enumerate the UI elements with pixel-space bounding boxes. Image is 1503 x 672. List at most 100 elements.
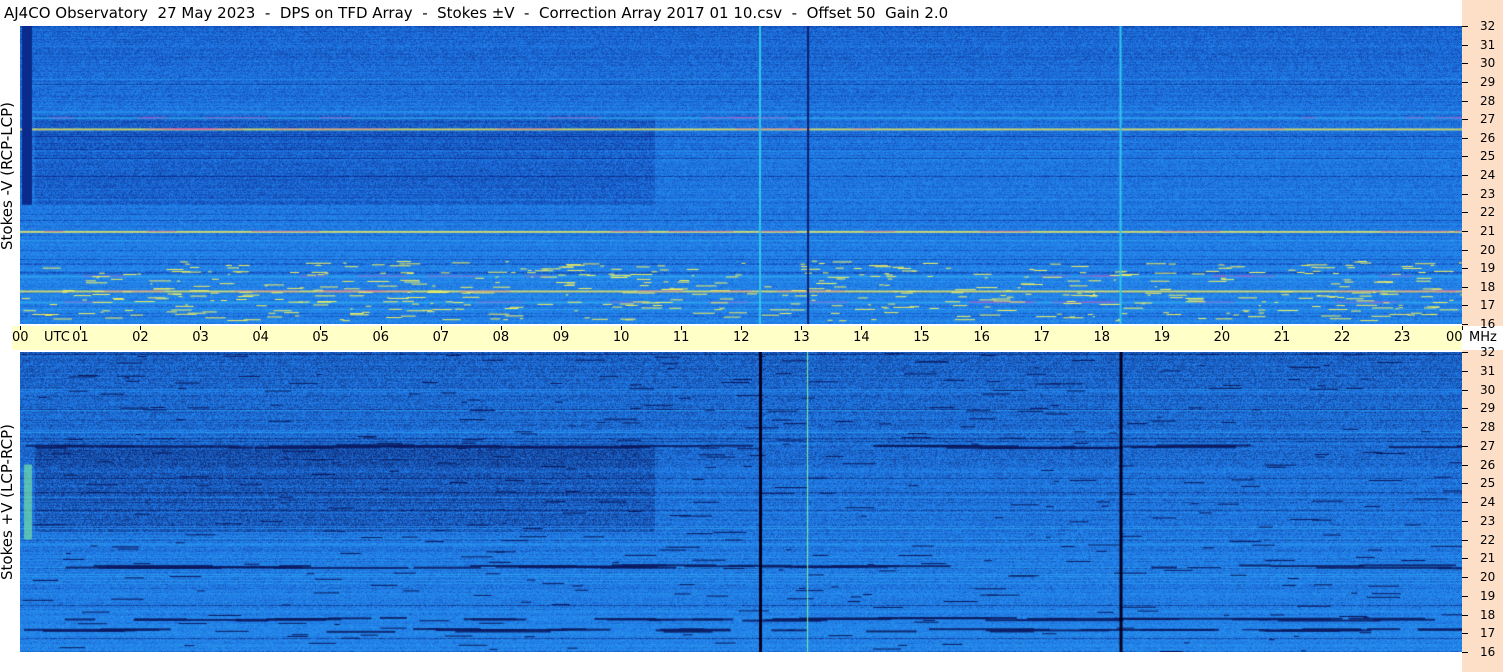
freq-tick-mark xyxy=(1462,427,1468,428)
freq-tick-label: 20 xyxy=(1480,242,1496,257)
freq-tick-mark xyxy=(1462,445,1468,447)
freq-tick-mark xyxy=(1462,100,1468,102)
freq-tick-mark xyxy=(1462,137,1468,139)
freq-tick-mark xyxy=(1462,389,1468,391)
freq-tick-label: 26 xyxy=(1480,457,1496,472)
spectrogram-top-panel xyxy=(20,26,1462,324)
freq-tick-mark xyxy=(1462,502,1468,503)
frequency-axis-bottom: 32 31 30 29 28 27 26 25 24 23 22 21 20 19 18 17 16 xyxy=(1462,345,1503,672)
spectrogram-bottom-panel xyxy=(20,352,1462,652)
freq-tick-label: 27 xyxy=(1480,438,1496,453)
freq-tick-mark xyxy=(1462,44,1468,46)
time-tick-label: 11 xyxy=(672,330,690,345)
freq-tick-label: 18 xyxy=(1480,279,1496,294)
freq-tick-label: 32 xyxy=(1480,19,1496,33)
freq-tick-mark xyxy=(1462,305,1468,307)
time-tick-label: 01 xyxy=(72,330,89,345)
freq-tick-label: 31 xyxy=(1480,363,1496,378)
freq-tick-mark xyxy=(1462,352,1468,353)
freq-tick-mark xyxy=(1462,614,1468,616)
freq-tick-mark xyxy=(1462,577,1468,578)
time-tick-label: 00 xyxy=(1446,330,1463,345)
freq-tick-label: 30 xyxy=(1480,382,1496,397)
freq-tick-label: 31 xyxy=(1480,37,1496,52)
spectrogram-bottom-heatmap xyxy=(20,352,1462,652)
freq-tick-mark xyxy=(1462,193,1468,195)
freq-tick-label: 28 xyxy=(1480,420,1496,434)
time-tick-label: 16 xyxy=(973,330,990,345)
freq-tick-label: 27 xyxy=(1480,112,1496,127)
time-tick-label: 20 xyxy=(1213,330,1231,345)
freq-tick-label: 29 xyxy=(1480,74,1496,89)
freq-tick-mark xyxy=(1462,483,1468,485)
freq-tick-mark xyxy=(1462,249,1468,251)
time-tick-label: 00 xyxy=(12,330,29,345)
time-tick-label: 15 xyxy=(913,330,930,345)
freq-tick-label: 22 xyxy=(1480,532,1496,547)
freq-tick-label: 18 xyxy=(1480,607,1496,622)
time-tick-label: 04 xyxy=(252,330,269,345)
chart-title: AJ4CO Observatory 27 May 2023 - DPS on T… xyxy=(4,4,949,22)
y-axis-label-top: Stokes -V (RCP-LCP) xyxy=(0,102,16,250)
freq-tick-mark xyxy=(1462,63,1468,65)
freq-tick-label: 17 xyxy=(1480,298,1496,313)
freq-tick-label: 24 xyxy=(1480,168,1496,182)
freq-tick-label: 25 xyxy=(1480,476,1496,491)
freq-tick-label: 16 xyxy=(1480,645,1496,659)
time-tick-label: 05 xyxy=(312,330,329,345)
freq-tick-mark xyxy=(1462,408,1468,410)
freq-tick-mark xyxy=(1462,26,1468,27)
frequency-axis-top: 32 31 30 29 28 27 26 25 24 23 22 21 20 19 18 17 16 xyxy=(1462,0,1503,331)
freq-tick-label: 21 xyxy=(1480,551,1496,566)
freq-tick-label: 17 xyxy=(1480,626,1496,641)
time-tick-label: 17 xyxy=(1033,330,1050,345)
time-tick-label: 03 xyxy=(192,330,209,345)
time-tick-label: 08 xyxy=(492,330,510,345)
freq-tick-label: 25 xyxy=(1480,149,1496,164)
spectrogram-top-heatmap xyxy=(20,26,1462,324)
freq-tick-mark xyxy=(1462,520,1468,522)
time-tick-label: 12 xyxy=(733,330,750,345)
freq-tick-label: 19 xyxy=(1480,588,1496,603)
utc-label: UTC xyxy=(44,330,70,345)
time-tick-label: 22 xyxy=(1333,330,1351,345)
freq-tick-label: 24 xyxy=(1480,495,1496,509)
time-tick-label: 18 xyxy=(1093,330,1111,345)
time-tick-label: 19 xyxy=(1153,330,1171,345)
time-tick-label: 09 xyxy=(552,330,570,345)
freq-tick-label: 22 xyxy=(1480,205,1496,220)
mhz-unit-label: MHz xyxy=(1469,330,1497,345)
time-tick-label: 21 xyxy=(1273,330,1291,345)
freq-tick-mark xyxy=(1462,212,1468,214)
freq-tick-mark xyxy=(1462,230,1468,232)
freq-tick-mark xyxy=(1462,464,1468,466)
freq-tick-label: 26 xyxy=(1480,130,1496,145)
time-tick-label: 14 xyxy=(853,330,870,345)
freq-tick-mark xyxy=(1462,558,1468,560)
freq-tick-mark xyxy=(1462,119,1468,121)
time-tick-label: 23 xyxy=(1393,330,1411,345)
freq-tick-label: 19 xyxy=(1480,261,1496,276)
freq-tick-mark xyxy=(1462,156,1468,158)
freq-tick-mark xyxy=(1462,324,1468,325)
freq-tick-label: 23 xyxy=(1480,513,1496,528)
freq-tick-mark xyxy=(1462,539,1468,541)
freq-tick-label: 28 xyxy=(1480,93,1496,108)
time-tick-label: 07 xyxy=(432,330,450,345)
freq-tick-mark xyxy=(1462,633,1468,635)
freq-tick-mark xyxy=(1462,81,1468,83)
freq-tick-label: 23 xyxy=(1480,186,1496,201)
freq-tick-mark xyxy=(1462,370,1468,372)
freq-tick-label: 20 xyxy=(1480,570,1496,584)
time-tick-label: 02 xyxy=(132,330,149,345)
freq-tick-label: 21 xyxy=(1480,223,1496,238)
y-axis-label-bottom: Stokes +V (LCP-RCP) xyxy=(0,424,16,580)
freq-tick-mark xyxy=(1462,268,1468,270)
time-axis: 00 01 02 03 04 05 06 07 08 09 10 11 12 13 14 15 16 17 18 19… xyxy=(12,326,1463,350)
time-tick-label: 06 xyxy=(372,330,390,345)
freq-tick-label: 30 xyxy=(1480,56,1496,71)
freq-tick-mark xyxy=(1462,652,1468,653)
freq-tick-label: 29 xyxy=(1480,401,1496,416)
time-tick-label: 13 xyxy=(793,330,810,345)
freq-tick-mark xyxy=(1462,175,1468,176)
